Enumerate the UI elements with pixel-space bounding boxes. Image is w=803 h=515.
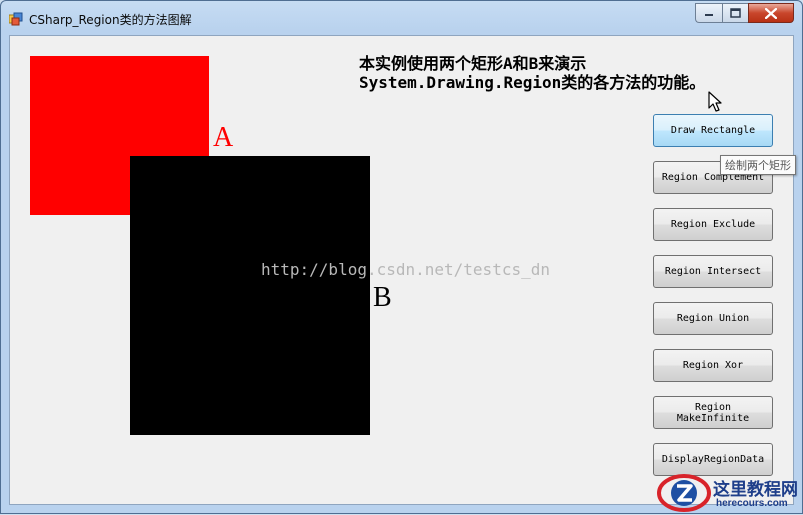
region-makeinfinite-button[interactable]: Region MakeInfinite	[653, 396, 773, 429]
region-intersect-button[interactable]: Region Intersect	[653, 255, 773, 288]
rectangle-b	[130, 156, 370, 435]
close-button[interactable]	[748, 3, 794, 23]
caption-buttons	[695, 3, 794, 23]
title-bar[interactable]: CSharp_Region类的方法图解	[1, 1, 802, 35]
label-a: A	[213, 122, 234, 153]
description-text: 本实例使用两个矩形A和B来演示 System.Drawing.Region类的各…	[359, 54, 706, 92]
minimize-icon	[705, 14, 713, 16]
draw-rectangle-button[interactable]: Draw Rectangle	[653, 114, 773, 147]
window-title: CSharp_Region类的方法图解	[29, 13, 192, 27]
minimize-button[interactable]	[695, 3, 722, 23]
region-xor-button[interactable]: Region Xor	[653, 349, 773, 382]
mouse-pointer-icon	[708, 91, 722, 112]
logo-subtitle: herecours.com	[716, 498, 788, 509]
region-union-button[interactable]: Region Union	[653, 302, 773, 335]
tooltip: 绘制两个矩形	[720, 155, 796, 175]
site-logo: 这里教程网 herecours.com	[656, 469, 803, 515]
label-b: B	[373, 282, 392, 313]
watermark-text: http://blog.csdn.net/testcs_dn	[261, 260, 550, 279]
close-icon	[765, 7, 777, 19]
region-exclude-button[interactable]: Region Exclude	[653, 208, 773, 241]
maximize-icon	[730, 8, 741, 18]
app-window: CSharp_Region类的方法图解 A B 本实例使用两个矩形A和B来演示 …	[0, 0, 803, 514]
app-window-icon	[9, 12, 23, 26]
logo-title: 这里教程网	[713, 480, 798, 499]
logo-emblem-icon	[657, 474, 711, 512]
client-area: A B 本实例使用两个矩形A和B来演示 System.Drawing.Regio…	[9, 35, 796, 505]
maximize-button[interactable]	[722, 3, 748, 23]
